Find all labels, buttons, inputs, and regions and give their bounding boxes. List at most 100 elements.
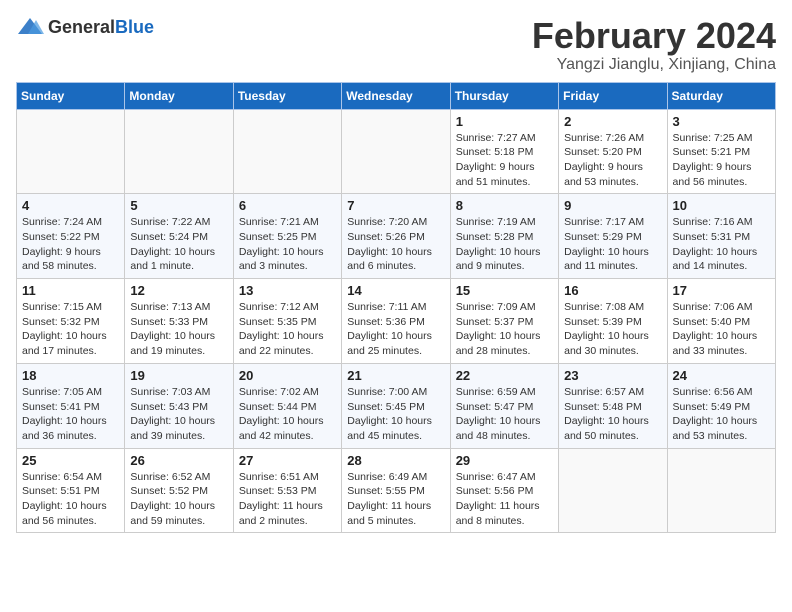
day-info: Sunrise: 6:51 AM Sunset: 5:53 PM Dayligh… — [239, 470, 336, 529]
day-cell — [559, 448, 667, 533]
weekday-header-row: SundayMondayTuesdayWednesdayThursdayFrid… — [17, 82, 776, 109]
month-title: February 2024 — [532, 16, 776, 56]
day-info: Sunrise: 7:03 AM Sunset: 5:43 PM Dayligh… — [130, 385, 227, 444]
weekday-header-monday: Monday — [125, 82, 233, 109]
day-number: 22 — [456, 368, 553, 383]
day-number: 28 — [347, 453, 444, 468]
day-cell: 3 Sunrise: 7:25 AM Sunset: 5:21 PM Daylig… — [667, 109, 775, 194]
day-cell: 5 Sunrise: 7:22 AM Sunset: 5:24 PM Daylig… — [125, 194, 233, 279]
day-info: Sunrise: 7:00 AM Sunset: 5:45 PM Dayligh… — [347, 385, 444, 444]
day-number: 6 — [239, 198, 336, 213]
day-cell: 23 Sunrise: 6:57 AM Sunset: 5:48 PM Dayli… — [559, 363, 667, 448]
day-info: Sunrise: 7:19 AM Sunset: 5:28 PM Dayligh… — [456, 215, 553, 274]
day-cell: 16 Sunrise: 7:08 AM Sunset: 5:39 PM Dayli… — [559, 279, 667, 364]
day-cell: 2 Sunrise: 7:26 AM Sunset: 5:20 PM Daylig… — [559, 109, 667, 194]
day-number: 20 — [239, 368, 336, 383]
day-cell: 22 Sunrise: 6:59 AM Sunset: 5:47 PM Dayli… — [450, 363, 558, 448]
day-info: Sunrise: 7:08 AM Sunset: 5:39 PM Dayligh… — [564, 300, 661, 359]
day-number: 13 — [239, 283, 336, 298]
day-info: Sunrise: 7:12 AM Sunset: 5:35 PM Dayligh… — [239, 300, 336, 359]
day-number: 10 — [673, 198, 770, 213]
day-info: Sunrise: 6:59 AM Sunset: 5:47 PM Dayligh… — [456, 385, 553, 444]
day-info: Sunrise: 7:22 AM Sunset: 5:24 PM Dayligh… — [130, 215, 227, 274]
day-cell: 20 Sunrise: 7:02 AM Sunset: 5:44 PM Dayli… — [233, 363, 341, 448]
weekday-header-thursday: Thursday — [450, 82, 558, 109]
location-title: Yangzi Jianglu, Xinjiang, China — [532, 56, 776, 74]
day-cell: 7Sunrise: 7:20 AM Sunset: 5:26 PM Daylig… — [342, 194, 450, 279]
day-info: Sunrise: 6:54 AM Sunset: 5:51 PM Dayligh… — [22, 470, 119, 529]
logo: GeneralBlue — [16, 16, 154, 38]
weekday-header-friday: Friday — [559, 82, 667, 109]
day-cell: 1 Sunrise: 7:27 AM Sunset: 5:18 PM Daylig… — [450, 109, 558, 194]
day-cell: 11 Sunrise: 7:15 AM Sunset: 5:32 PM Dayli… — [17, 279, 125, 364]
day-info: Sunrise: 7:05 AM Sunset: 5:41 PM Dayligh… — [22, 385, 119, 444]
day-number: 3 — [673, 114, 770, 129]
week-row-1: 1 Sunrise: 7:27 AM Sunset: 5:18 PM Daylig… — [17, 109, 776, 194]
day-info: Sunrise: 7:09 AM Sunset: 5:37 PM Dayligh… — [456, 300, 553, 359]
day-cell: 29 Sunrise: 6:47 AM Sunset: 5:56 PM Dayli… — [450, 448, 558, 533]
day-info: Sunrise: 7:06 AM Sunset: 5:40 PM Dayligh… — [673, 300, 770, 359]
day-cell — [125, 109, 233, 194]
day-info: Sunrise: 7:15 AM Sunset: 5:32 PM Dayligh… — [22, 300, 119, 359]
weekday-header-wednesday: Wednesday — [342, 82, 450, 109]
day-info: Sunrise: 6:52 AM Sunset: 5:52 PM Dayligh… — [130, 470, 227, 529]
day-cell: 18 Sunrise: 7:05 AM Sunset: 5:41 PM Dayli… — [17, 363, 125, 448]
day-number: 4 — [22, 198, 119, 213]
day-info: Sunrise: 6:49 AM Sunset: 5:55 PM Dayligh… — [347, 470, 444, 529]
day-number: 25 — [22, 453, 119, 468]
day-cell — [342, 109, 450, 194]
day-number: 19 — [130, 368, 227, 383]
day-number: 11 — [22, 283, 119, 298]
day-cell: 17 Sunrise: 7:06 AM Sunset: 5:40 PM Dayli… — [667, 279, 775, 364]
day-number: 27 — [239, 453, 336, 468]
weekday-header-tuesday: Tuesday — [233, 82, 341, 109]
day-number: 23 — [564, 368, 661, 383]
day-number: 12 — [130, 283, 227, 298]
day-cell: 19 Sunrise: 7:03 AM Sunset: 5:43 PM Dayli… — [125, 363, 233, 448]
day-number: 2 — [564, 114, 661, 129]
day-info: Sunrise: 6:57 AM Sunset: 5:48 PM Dayligh… — [564, 385, 661, 444]
day-cell: 24Sunrise: 6:56 AM Sunset: 5:49 PM Dayli… — [667, 363, 775, 448]
day-number: 21 — [347, 368, 444, 383]
day-cell: 27 Sunrise: 6:51 AM Sunset: 5:53 PM Dayli… — [233, 448, 341, 533]
day-info: Sunrise: 7:26 AM Sunset: 5:20 PM Dayligh… — [564, 131, 661, 190]
day-info: Sunrise: 7:17 AM Sunset: 5:29 PM Dayligh… — [564, 215, 661, 274]
day-info: Sunrise: 7:20 AM Sunset: 5:26 PM Dayligh… — [347, 215, 444, 274]
day-cell — [233, 109, 341, 194]
day-cell: 4 Sunrise: 7:24 AM Sunset: 5:22 PM Daylig… — [17, 194, 125, 279]
day-number: 5 — [130, 198, 227, 213]
day-cell: 9 Sunrise: 7:17 AM Sunset: 5:29 PM Daylig… — [559, 194, 667, 279]
day-info: Sunrise: 7:27 AM Sunset: 5:18 PM Dayligh… — [456, 131, 553, 190]
day-number: 15 — [456, 283, 553, 298]
day-cell — [667, 448, 775, 533]
day-cell: 8Sunrise: 7:19 AM Sunset: 5:28 PM Daylig… — [450, 194, 558, 279]
day-info: Sunrise: 6:47 AM Sunset: 5:56 PM Dayligh… — [456, 470, 553, 529]
header: GeneralBlue February 2024 Yangzi Jianglu… — [16, 16, 776, 74]
day-number: 9 — [564, 198, 661, 213]
day-number: 14 — [347, 283, 444, 298]
day-cell: 25 Sunrise: 6:54 AM Sunset: 5:51 PM Dayli… — [17, 448, 125, 533]
day-info: Sunrise: 7:16 AM Sunset: 5:31 PM Dayligh… — [673, 215, 770, 274]
week-row-3: 11 Sunrise: 7:15 AM Sunset: 5:32 PM Dayli… — [17, 279, 776, 364]
day-cell: 14Sunrise: 7:11 AM Sunset: 5:36 PM Dayli… — [342, 279, 450, 364]
week-row-5: 25 Sunrise: 6:54 AM Sunset: 5:51 PM Dayli… — [17, 448, 776, 533]
week-row-2: 4 Sunrise: 7:24 AM Sunset: 5:22 PM Daylig… — [17, 194, 776, 279]
day-info: Sunrise: 7:13 AM Sunset: 5:33 PM Dayligh… — [130, 300, 227, 359]
day-number: 16 — [564, 283, 661, 298]
week-row-4: 18 Sunrise: 7:05 AM Sunset: 5:41 PM Dayli… — [17, 363, 776, 448]
day-info: Sunrise: 7:24 AM Sunset: 5:22 PM Dayligh… — [22, 215, 119, 274]
day-info: Sunrise: 7:25 AM Sunset: 5:21 PM Dayligh… — [673, 131, 770, 190]
day-number: 1 — [456, 114, 553, 129]
day-info: Sunrise: 7:21 AM Sunset: 5:25 PM Dayligh… — [239, 215, 336, 274]
calendar-table: SundayMondayTuesdayWednesdayThursdayFrid… — [16, 82, 776, 534]
weekday-header-sunday: Sunday — [17, 82, 125, 109]
day-info: Sunrise: 7:02 AM Sunset: 5:44 PM Dayligh… — [239, 385, 336, 444]
day-number: 26 — [130, 453, 227, 468]
day-cell: 6 Sunrise: 7:21 AM Sunset: 5:25 PM Daylig… — [233, 194, 341, 279]
day-number: 29 — [456, 453, 553, 468]
logo-text-general: General — [48, 17, 115, 37]
day-number: 17 — [673, 283, 770, 298]
title-area: February 2024 Yangzi Jianglu, Xinjiang, … — [532, 16, 776, 74]
day-number: 18 — [22, 368, 119, 383]
day-cell: 21 Sunrise: 7:00 AM Sunset: 5:45 PM Dayli… — [342, 363, 450, 448]
